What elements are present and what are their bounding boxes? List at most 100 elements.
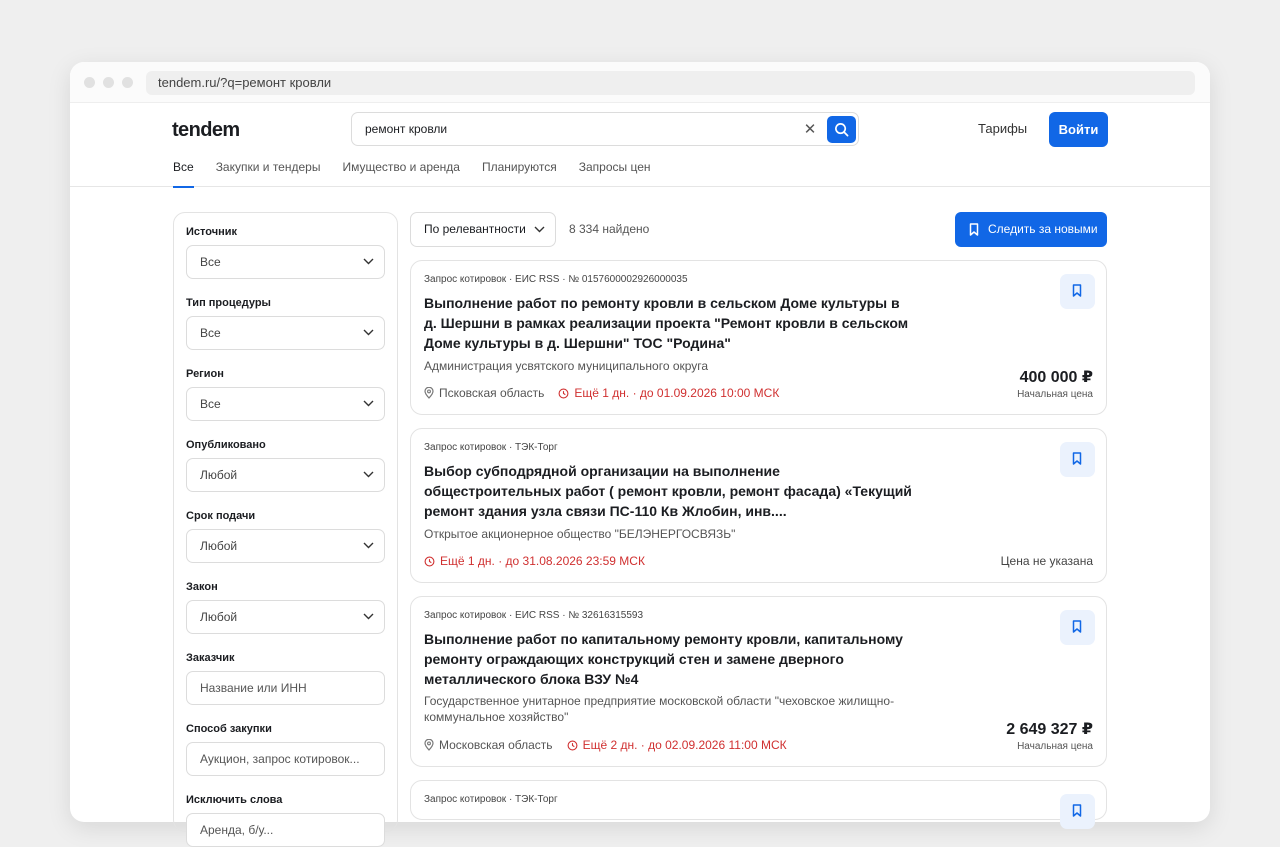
results-count: 8 334 найдено [569, 222, 650, 236]
logo[interactable]: tendem [172, 119, 240, 142]
search-button[interactable] [827, 116, 856, 143]
card-deadline: Ещё 1 дн. · до 01.09.2026 10:00 МСК [558, 386, 779, 400]
tender-card[interactable]: Запрос котировок · ЕИС RSS · № 326163155… [410, 596, 1107, 767]
bookmark-button[interactable] [1060, 442, 1095, 477]
bookmark-icon [969, 223, 979, 236]
chevron-down-icon [534, 226, 545, 233]
window-maximize-dot[interactable] [122, 77, 133, 88]
sort-value: По релевантности [424, 222, 526, 236]
browser-chrome: tendem.ru/?q=ремонт кровли [70, 62, 1210, 103]
filter-label: Исключить слова [186, 794, 283, 806]
card-footer: Ещё 1 дн. · до 31.08.2026 23:59 МСК [424, 554, 645, 568]
bookmark-icon [1072, 284, 1082, 297]
tabs-nav: Все Закупки и тендеры Имущество и аренда… [173, 160, 673, 188]
clock-icon [567, 740, 578, 750]
search-input[interactable] [353, 114, 793, 144]
no-price-label: Цена не указана [1000, 554, 1093, 568]
bookmark-button[interactable] [1060, 610, 1095, 645]
tender-card[interactable]: Запрос котировок · ЕИС RSS · № 015760000… [410, 260, 1107, 415]
deadline-select[interactable]: Любой [186, 529, 385, 563]
select-value: Все [200, 255, 221, 269]
card-deadline: Ещё 1 дн. · до 31.08.2026 23:59 МСК [424, 554, 645, 568]
deadline-text: Ещё 2 дн. · до 02.09.2026 11:00 МСК [582, 738, 787, 752]
location-text: Московская область [439, 738, 553, 752]
clock-icon [424, 556, 435, 566]
chevron-down-icon [363, 471, 374, 478]
select-value: Все [200, 397, 221, 411]
address-bar[interactable]: tendem.ru/?q=ремонт кровли [146, 71, 1195, 95]
tab-all[interactable]: Все [173, 160, 194, 188]
card-title[interactable]: Выбор субподрядной организации на выполн… [424, 461, 914, 521]
card-title[interactable]: Выполнение работ по ремонту кровли в сел… [424, 293, 914, 353]
location-text: Псковская область [439, 386, 545, 400]
bookmark-button[interactable] [1060, 794, 1095, 829]
clear-search-button[interactable]: ✕ [800, 120, 820, 140]
law-select[interactable]: Любой [186, 600, 385, 634]
procedure-select[interactable]: Все [186, 316, 385, 350]
window-minimize-dot[interactable] [103, 77, 114, 88]
card-title[interactable]: Выполнение работ по капитальному ремонту… [424, 629, 914, 689]
filter-label: Закон [186, 581, 218, 593]
chevron-down-icon [363, 542, 374, 549]
results-toolbar: По релевантности 8 334 найдено Следить з… [410, 212, 1107, 247]
exclude-words-input[interactable] [186, 813, 385, 847]
filter-label: Заказчик [186, 652, 235, 664]
card-price: 400 000 ₽ [1019, 369, 1093, 386]
clock-icon [558, 388, 569, 398]
select-value: Любой [200, 468, 238, 482]
filter-label: Опубликовано [186, 439, 266, 451]
tariffs-link[interactable]: Тарифы [978, 121, 1027, 136]
tender-card[interactable]: Запрос котировок · ТЭК-Торг Выбор субпод… [410, 428, 1107, 583]
search-icon [835, 123, 849, 137]
card-meta: Запрос котировок · ЕИС RSS · № 015760000… [424, 274, 688, 285]
bookmark-button[interactable] [1060, 274, 1095, 309]
filter-label: Источник [186, 226, 238, 238]
method-input[interactable] [186, 742, 385, 776]
customer-input[interactable] [186, 671, 385, 705]
window-close-dot[interactable] [84, 77, 95, 88]
filter-label: Срок подачи [186, 510, 256, 522]
sort-select[interactable]: По релевантности [410, 212, 556, 247]
tab-price-requests[interactable]: Запросы цен [579, 160, 651, 187]
filter-label: Тип процедуры [186, 297, 271, 309]
location-pin-icon [424, 387, 434, 399]
select-value: Все [200, 326, 221, 340]
published-select[interactable]: Любой [186, 458, 385, 492]
tab-property[interactable]: Имущество и аренда [342, 160, 460, 187]
chevron-down-icon [363, 258, 374, 265]
card-organization: Открытое акционерное общество "БЕЛЭНЕРГО… [424, 527, 736, 541]
card-organization: Государственное унитарное предприятие мо… [424, 694, 895, 724]
card-footer: Псковская область Ещё 1 дн. · до 01.09.2… [424, 386, 779, 400]
site-header: tendem ✕ Тарифы Войти Все Закупки и тенд… [70, 103, 1210, 188]
chevron-down-icon [363, 400, 374, 407]
select-value: Любой [200, 539, 238, 553]
card-meta: Запрос котировок · ЕИС RSS · № 326163155… [424, 610, 644, 621]
deadline-text: Ещё 1 дн. · до 31.08.2026 23:59 МСК [440, 554, 645, 568]
chevron-down-icon [363, 329, 374, 336]
tender-card[interactable]: Запрос котировок · ТЭК-Торг [410, 780, 1107, 829]
region-select[interactable]: Все [186, 387, 385, 421]
select-value: Любой [200, 610, 238, 624]
filter-label: Способ закупки [186, 723, 272, 735]
search-box: ✕ [351, 112, 859, 146]
filter-label: Регион [186, 368, 224, 380]
card-footer: Московская область Ещё 2 дн. · до 02.09.… [424, 738, 787, 752]
bookmark-icon [1072, 804, 1082, 817]
login-button[interactable]: Войти [1049, 112, 1108, 147]
tab-planned[interactable]: Планируются [482, 160, 557, 187]
filters-sidebar: Источник Все Тип процедуры Все Регион Вс… [173, 212, 398, 847]
bookmark-icon [1072, 620, 1082, 633]
card-location: Московская область [424, 738, 553, 752]
card-organization: Администрация усвятского муниципального … [424, 359, 709, 373]
follow-new-button[interactable]: Следить за новыми [955, 212, 1107, 247]
bookmark-icon [1072, 452, 1082, 465]
tab-purchases[interactable]: Закупки и тендеры [216, 160, 321, 187]
card-price: 2 649 327 ₽ [1006, 721, 1093, 738]
price-label: Начальная цена [1017, 741, 1093, 752]
location-pin-icon [424, 739, 434, 751]
follow-new-label: Следить за новыми [988, 222, 1098, 236]
card-deadline: Ещё 2 дн. · до 02.09.2026 11:00 МСК [567, 738, 787, 752]
price-label: Начальная цена [1017, 389, 1093, 400]
source-select[interactable]: Все [186, 245, 385, 279]
chevron-down-icon [363, 613, 374, 620]
